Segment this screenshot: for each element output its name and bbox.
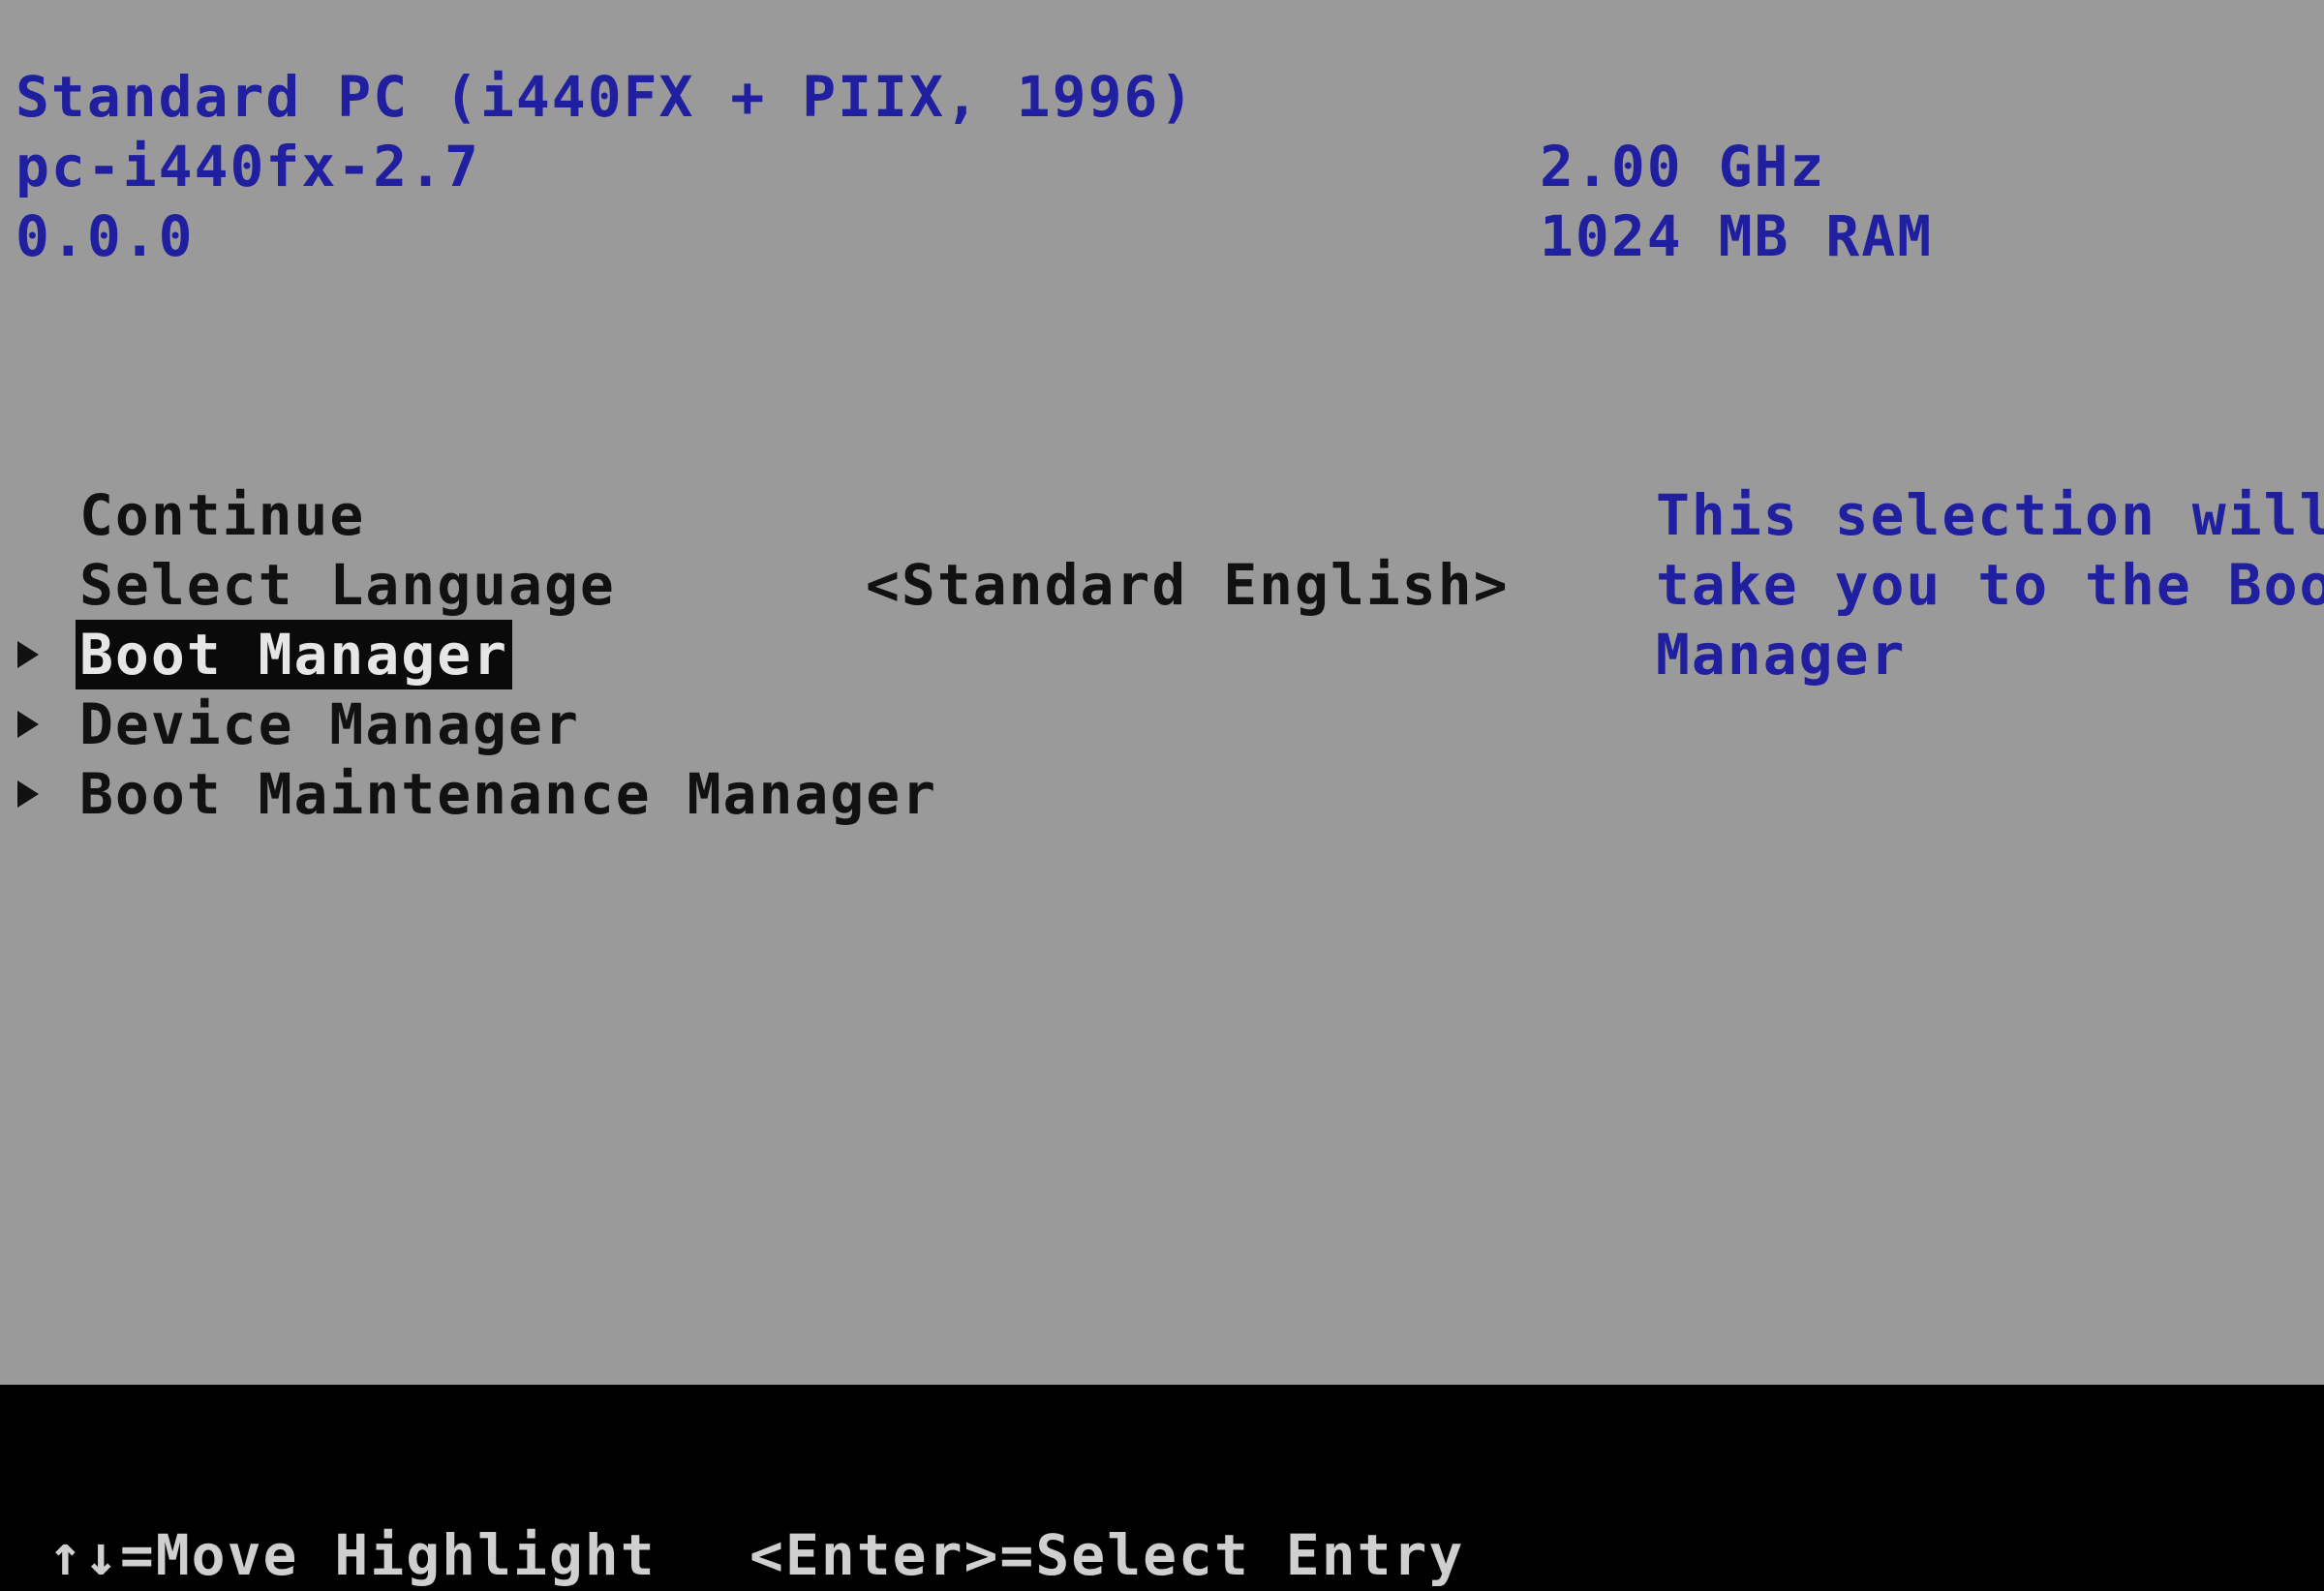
help-text: This selection will take you to the Boot… [1656,480,2324,689]
system-version: pc-i440fx-2.7 [15,134,480,199]
cpu-speed: 2.00 GHz [1540,134,1826,199]
move-highlight-hint: ↑↓=Move Highlight [48,1522,657,1588]
help-text-line: Manager [1656,622,1907,688]
submenu-arrow-icon [17,780,39,808]
system-model: Standard PC (i440FX + PIIX, 1996) [15,64,1196,130]
menu-item-select-language[interactable]: Select Language <Standard English> [0,550,1598,620]
menu-item-boot-maintenance-manager[interactable]: Boot Maintenance Manager [0,759,1598,829]
menu-item-label: Continue [79,482,366,548]
bios-setup-screen: Standard PC (i440FX + PIIX, 1996) pc-i44… [0,0,2324,1591]
submenu-arrow-icon [17,641,39,668]
menu-item-label: Boot Maintenance Manager [79,761,938,827]
help-text-line: This selection will [1656,482,2324,548]
menu-item-label: Device Manager [79,691,580,757]
menu-item-continue[interactable]: Continue [0,480,1598,550]
menu-item-label: Boot Manager [76,620,513,689]
submenu-arrow-icon [17,711,39,738]
language-value[interactable]: <Standard English> [866,550,1510,620]
select-entry-hint: <Enter>=Select Entry [749,1522,1465,1588]
key-hint-bar: ↑↓=Move Highlight <Enter>=Select Entry [0,1385,2324,1591]
menu-item-boot-manager[interactable]: Boot Manager [0,620,1598,689]
firmware-version: 0.0.0 [15,203,195,269]
menu-item-device-manager[interactable]: Device Manager [0,689,1598,759]
memory-size: 1024 MB RAM [1540,203,1934,269]
menu-item-label: Select Language [79,552,616,618]
help-text-line: take you to the Boot [1656,552,2324,618]
